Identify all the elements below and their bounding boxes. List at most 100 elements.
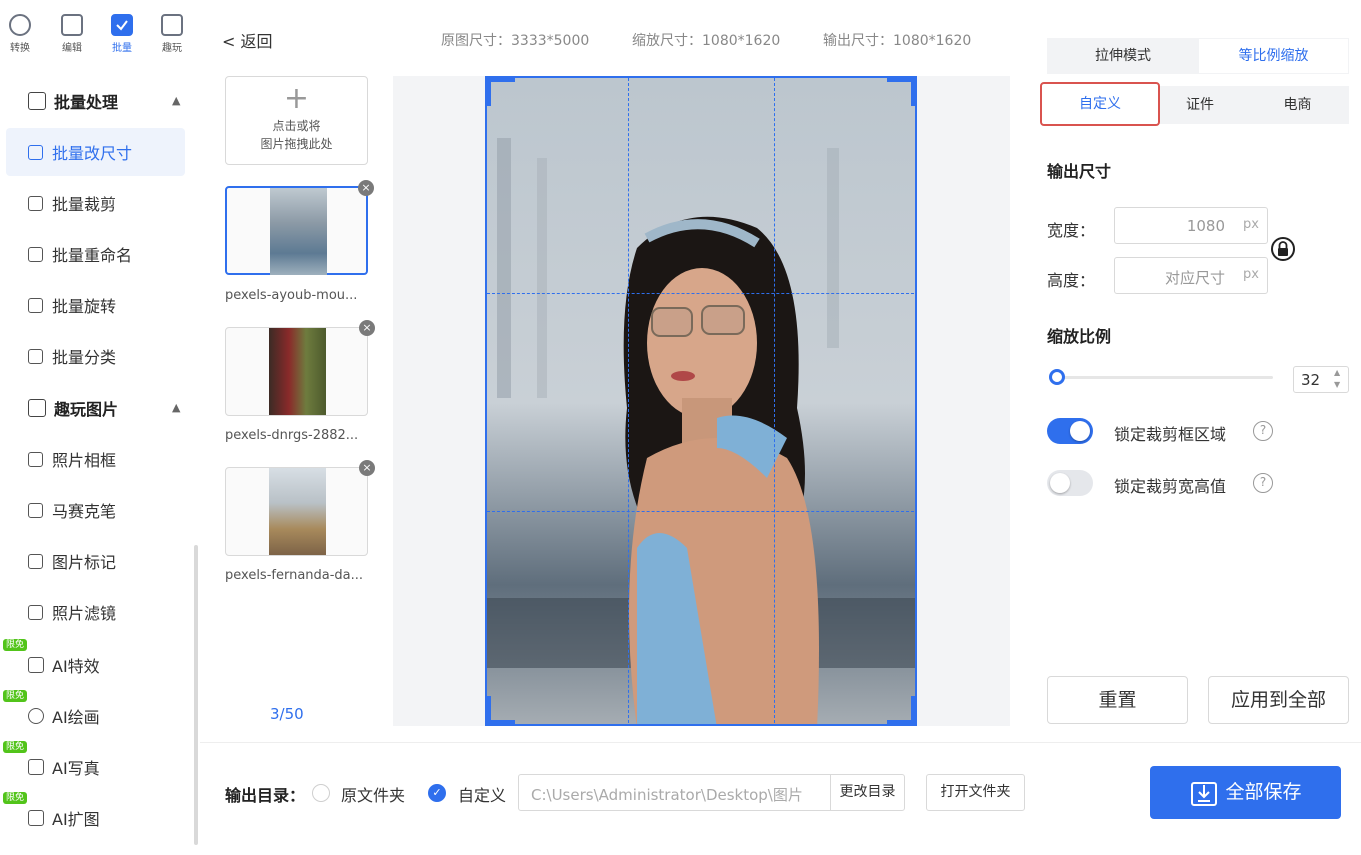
rotate-icon (28, 297, 43, 313)
sidebar-item-photo-frame[interactable]: 照片相框 (6, 435, 185, 483)
resize-icon (28, 144, 43, 160)
toggle-knob (1050, 473, 1070, 493)
save-all-button[interactable]: 全部保存 (1150, 766, 1341, 819)
scale-slider-handle[interactable] (1049, 369, 1065, 385)
close-icon[interactable]: × (359, 460, 375, 476)
crop-handle-bottom-left[interactable] (487, 696, 515, 724)
lock-crop-ratio-toggle[interactable] (1047, 470, 1093, 496)
sidebar-item-batch-resize[interactable]: 批量改尺寸 (6, 128, 185, 176)
chevron-up-icon: ▲ (172, 401, 181, 414)
mosaic-icon (28, 502, 43, 518)
group-fun-image[interactable]: 趣玩图片 ▲ (0, 388, 199, 428)
original-size-text: 原图尺寸：3333*5000 (441, 33, 590, 49)
crop-icon (28, 195, 43, 211)
group-batch-process[interactable]: 批量处理 ▲ (0, 81, 199, 121)
rename-icon (28, 246, 43, 262)
change-dir-button[interactable]: 更改目录 (830, 774, 905, 811)
stepper-down-icon[interactable]: ▼ (1334, 380, 1340, 389)
mode-stretch-tab[interactable]: 拉伸模式 (1048, 39, 1198, 73)
crop-handle-top-right[interactable] (887, 78, 915, 106)
sidebar-item-ai-expand[interactable]: AI扩图 (6, 798, 185, 838)
apply-all-button[interactable]: 应用到全部 (1208, 676, 1349, 724)
thumbnail-image (269, 468, 326, 555)
download-icon (1191, 781, 1218, 806)
crop-handle-bottom-right[interactable] (887, 696, 915, 724)
output-path-field[interactable]: C:\Users\Administrator\Desktop\图片 (518, 774, 831, 811)
sidebar-scrollbar[interactable] (194, 545, 198, 845)
radio-original-folder[interactable] (312, 784, 330, 802)
batch-process-icon (28, 92, 46, 110)
preview-photo[interactable] (485, 76, 917, 726)
sidebar-item-batch-crop[interactable]: 批量裁剪 (6, 179, 185, 227)
sidebar-item-label: 图片标记 (52, 553, 117, 572)
radio-custom-label: 自定义 (458, 786, 507, 805)
help-icon[interactable]: ? (1253, 473, 1273, 493)
sidebar-item-photo-filter[interactable]: 照片滤镜 (6, 588, 185, 636)
close-icon[interactable]: × (359, 320, 375, 336)
help-icon[interactable]: ? (1253, 421, 1273, 441)
sidebar-item-batch-rename[interactable]: 批量重命名 (6, 230, 185, 278)
nav-edit[interactable]: 编辑 (52, 14, 92, 54)
thumbnail-name: pexels-dnrgs-2882... (225, 428, 359, 443)
sidebar-item-ai-effect[interactable]: AI特效 (6, 645, 185, 685)
output-dir-label: 输出目录： (225, 786, 306, 805)
sidebar-item-label: AI写真 (52, 759, 100, 778)
lock-crop-area-toggle[interactable] (1047, 418, 1093, 444)
chevron-up-icon: ▲ (172, 94, 181, 107)
nav-fun[interactable]: 趣玩 (152, 14, 192, 54)
thumbnail-item[interactable]: × (225, 180, 374, 275)
convert-icon (9, 14, 31, 36)
reset-button[interactable]: 重置 (1047, 676, 1188, 724)
scale-slider-track[interactable] (1057, 376, 1273, 379)
group-label: 趣玩图片 (54, 400, 119, 419)
sidebar-item-ai-paint[interactable]: AI绘画 (6, 696, 185, 736)
height-field[interactable]: 对应尺寸 px (1114, 257, 1268, 294)
mode-proportional-tab[interactable]: 等比例缩放 (1199, 39, 1348, 73)
width-field[interactable]: 1080 px (1114, 207, 1268, 244)
radio-original-label: 原文件夹 (341, 786, 406, 805)
width-unit: px (1243, 217, 1259, 232)
width-value: 1080 (1186, 217, 1225, 235)
sub-tab-id[interactable]: 证件 (1160, 86, 1240, 124)
sidebar-item-label: AI扩图 (52, 810, 100, 829)
ai-expand-icon (28, 810, 44, 826)
close-icon[interactable]: × (358, 180, 374, 196)
sidebar-item-label: 马赛克笔 (52, 502, 117, 521)
group-label: 批量处理 (54, 93, 119, 112)
output-size-text: 输出尺寸：1080*1620 (823, 33, 972, 49)
sub-tab-ecommerce[interactable]: 电商 (1255, 86, 1340, 124)
ai-paint-icon (28, 708, 44, 724)
thumbnail-item[interactable]: × (225, 460, 375, 556)
sub-tab-custom[interactable]: 自定义 (1040, 82, 1160, 126)
nav-convert[interactable]: 转换 (0, 14, 40, 54)
radio-custom-folder[interactable]: ✓ (428, 784, 446, 802)
batch-icon (111, 14, 133, 36)
output-size-title: 输出尺寸 (1047, 162, 1112, 181)
thumbnail-item[interactable]: × (225, 320, 375, 416)
sidebar-item-label: AI特效 (52, 657, 100, 676)
sidebar-item-batch-classify[interactable]: 批量分类 (6, 332, 185, 380)
stepper-up-icon[interactable]: ▲ (1334, 368, 1340, 377)
plus-icon: + (283, 81, 310, 116)
back-button[interactable]: < 返回 (222, 28, 273, 52)
nav-batch[interactable]: 批量 (102, 14, 142, 54)
sidebar-item-label: 批量重命名 (52, 246, 133, 265)
portrait-image (487, 78, 915, 724)
scaled-size-text: 缩放尺寸：1080*1620 (632, 33, 781, 49)
sidebar-item-ai-portrait[interactable]: AI写真 (6, 747, 185, 787)
edit-icon (61, 14, 83, 36)
sidebar-item-batch-rotate[interactable]: 批量旋转 (6, 281, 185, 329)
nav-label: 趣玩 (162, 43, 182, 54)
add-image-dropzone[interactable]: + 点击或将 图片拖拽此处 (225, 76, 368, 165)
fun-icon (161, 14, 183, 36)
frame-icon (28, 451, 43, 467)
output-path-value: C:\Users\Administrator\Desktop\图片 (531, 786, 803, 804)
crop-handle-top-left[interactable] (487, 78, 515, 106)
open-folder-button[interactable]: 打开文件夹 (926, 774, 1025, 811)
sidebar-item-image-mark[interactable]: 图片标记 (6, 537, 185, 585)
height-unit: px (1243, 267, 1259, 282)
thumbnail-image (270, 188, 327, 275)
sidebar-item-mosaic[interactable]: 马赛克笔 (6, 486, 185, 534)
lock-icon[interactable] (1268, 234, 1298, 264)
scale-stepper[interactable]: 32 ▲ ▼ (1293, 366, 1349, 393)
